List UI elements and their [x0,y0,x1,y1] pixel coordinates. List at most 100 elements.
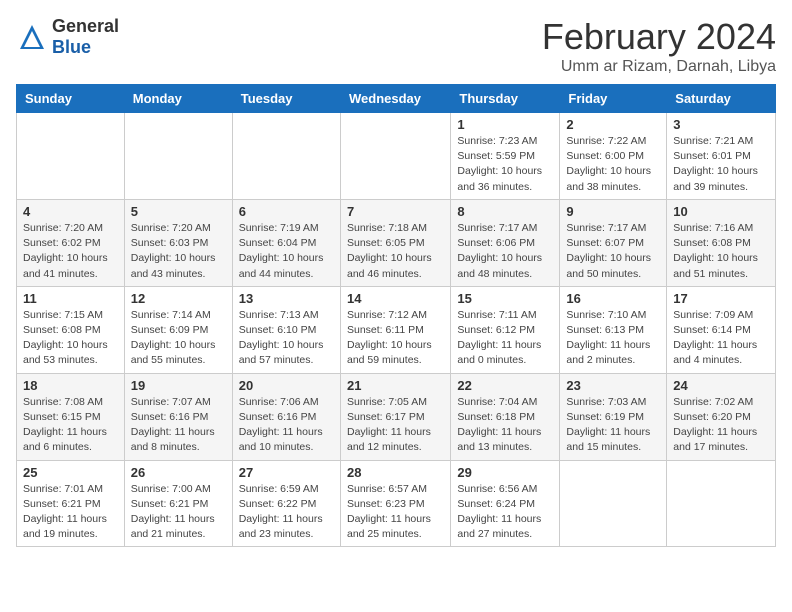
day-number: 3 [673,117,769,132]
calendar-table: SundayMondayTuesdayWednesdayThursdayFrid… [16,84,776,547]
calendar-cell: 26Sunrise: 7:00 AMSunset: 6:21 PMDayligh… [124,460,232,547]
calendar-cell: 6 Sunrise: 7:19 AMSunset: 6:04 PMDaylight… [232,199,340,286]
day-number: 6 [239,204,334,219]
calendar-cell: 1 Sunrise: 7:23 AMSunset: 5:59 PMDaylight… [451,113,560,200]
calendar-cell: 12 Sunrise: 7:14 AMSunset: 6:09 PMDayligh… [124,286,232,373]
calendar-cell: 15 Sunrise: 7:11 AMSunset: 6:12 PMDayligh… [451,286,560,373]
calendar-cell: 21Sunrise: 7:05 AMSunset: 6:17 PMDayligh… [340,373,450,460]
day-number: 20 [239,378,334,393]
day-number: 24 [673,378,769,393]
calendar-cell: 27 Sunrise: 6:59 AMSunset: 6:22 PMDayligh… [232,460,340,547]
day-number: 22 [457,378,553,393]
calendar-cell: 7 Sunrise: 7:18 AMSunset: 6:05 PMDaylight… [340,199,450,286]
day-info: Sunrise: 7:17 AMSunset: 6:07 PMDaylight:… [566,221,660,282]
calendar-cell: 13 Sunrise: 7:13 AMSunset: 6:10 PMDayligh… [232,286,340,373]
day-number: 16 [566,291,660,306]
day-number: 19 [131,378,226,393]
header-day-friday: Friday [560,85,667,113]
calendar-cell: 2 Sunrise: 7:22 AMSunset: 6:00 PMDaylight… [560,113,667,200]
day-number: 8 [457,204,553,219]
day-number: 15 [457,291,553,306]
day-number: 17 [673,291,769,306]
day-info: Sunrise: 6:59 AMSunset: 6:22 PMDaylight:… [239,482,334,543]
calendar-cell: 23 Sunrise: 7:03 AMSunset: 6:19 PMDayligh… [560,373,667,460]
calendar-cell: 28 Sunrise: 6:57 AMSunset: 6:23 PMDayligh… [340,460,450,547]
day-number: 28 [347,465,444,480]
day-number: 18 [23,378,118,393]
day-info: Sunrise: 7:20 AMSunset: 6:02 PMDaylight:… [23,221,118,282]
day-number: 2 [566,117,660,132]
day-info: Sunrise: 7:07 AMSunset: 6:16 PMDaylight:… [131,395,226,456]
day-number: 9 [566,204,660,219]
day-info: Sunrise: 7:03 AMSunset: 6:19 PMDaylight:… [566,395,660,456]
calendar-cell: 4Sunrise: 7:20 AMSunset: 6:02 PMDaylight… [17,199,125,286]
logo: General Blue [16,16,119,58]
day-info: Sunrise: 7:05 AMSunset: 6:17 PMDaylight:… [347,395,444,456]
day-number: 10 [673,204,769,219]
day-info: Sunrise: 7:11 AMSunset: 6:12 PMDaylight:… [457,308,553,369]
day-number: 1 [457,117,553,132]
day-number: 12 [131,291,226,306]
day-number: 11 [23,291,118,306]
header: General Blue February 2024 Umm ar Rizam,… [16,16,776,76]
day-info: Sunrise: 7:01 AMSunset: 6:21 PMDaylight:… [23,482,118,543]
calendar-cell: 29 Sunrise: 6:56 AMSunset: 6:24 PMDayligh… [451,460,560,547]
calendar-cell [124,113,232,200]
calendar-cell: 17 Sunrise: 7:09 AMSunset: 6:14 PMDayligh… [667,286,776,373]
day-info: Sunrise: 7:12 AMSunset: 6:11 PMDaylight:… [347,308,444,369]
day-info: Sunrise: 7:04 AMSunset: 6:18 PMDaylight:… [457,395,553,456]
logo-general-text: General [52,16,119,36]
day-info: Sunrise: 7:02 AMSunset: 6:20 PMDaylight:… [673,395,769,456]
calendar-cell [560,460,667,547]
calendar-cell: 25Sunrise: 7:01 AMSunset: 6:21 PMDayligh… [17,460,125,547]
day-number: 23 [566,378,660,393]
calendar-cell: 18Sunrise: 7:08 AMSunset: 6:15 PMDayligh… [17,373,125,460]
calendar-week-5: 25Sunrise: 7:01 AMSunset: 6:21 PMDayligh… [17,460,776,547]
location-title: Umm ar Rizam, Darnah, Libya [542,58,776,76]
header-row: SundayMondayTuesdayWednesdayThursdayFrid… [17,85,776,113]
calendar-cell: 5Sunrise: 7:20 AMSunset: 6:03 PMDaylight… [124,199,232,286]
logo-blue-text: Blue [52,37,91,57]
calendar-cell: 20Sunrise: 7:06 AMSunset: 6:16 PMDayligh… [232,373,340,460]
day-number: 14 [347,291,444,306]
day-number: 13 [239,291,334,306]
day-info: Sunrise: 7:18 AMSunset: 6:05 PMDaylight:… [347,221,444,282]
day-info: Sunrise: 7:13 AMSunset: 6:10 PMDaylight:… [239,308,334,369]
calendar-cell: 3Sunrise: 7:21 AMSunset: 6:01 PMDaylight… [667,113,776,200]
calendar-cell: 14 Sunrise: 7:12 AMSunset: 6:11 PMDayligh… [340,286,450,373]
title-block: February 2024 Umm ar Rizam, Darnah, Liby… [542,16,776,76]
calendar-cell: 9 Sunrise: 7:17 AMSunset: 6:07 PMDaylight… [560,199,667,286]
calendar-week-1: 1 Sunrise: 7:23 AMSunset: 5:59 PMDaylight… [17,113,776,200]
header-day-wednesday: Wednesday [340,85,450,113]
calendar-week-2: 4Sunrise: 7:20 AMSunset: 6:02 PMDaylight… [17,199,776,286]
calendar-cell: 22 Sunrise: 7:04 AMSunset: 6:18 PMDayligh… [451,373,560,460]
calendar-cell: 10 Sunrise: 7:16 AMSunset: 6:08 PMDayligh… [667,199,776,286]
day-info: Sunrise: 7:17 AMSunset: 6:06 PMDaylight:… [457,221,553,282]
day-info: Sunrise: 7:09 AMSunset: 6:14 PMDaylight:… [673,308,769,369]
day-info: Sunrise: 6:56 AMSunset: 6:24 PMDaylight:… [457,482,553,543]
day-info: Sunrise: 7:23 AMSunset: 5:59 PMDaylight:… [457,134,553,195]
day-info: Sunrise: 7:22 AMSunset: 6:00 PMDaylight:… [566,134,660,195]
month-title: February 2024 [542,16,776,58]
calendar-cell: 24 Sunrise: 7:02 AMSunset: 6:20 PMDayligh… [667,373,776,460]
calendar-cell [17,113,125,200]
day-info: Sunrise: 7:19 AMSunset: 6:04 PMDaylight:… [239,221,334,282]
day-info: Sunrise: 7:15 AMSunset: 6:08 PMDaylight:… [23,308,118,369]
day-info: Sunrise: 6:57 AMSunset: 6:23 PMDaylight:… [347,482,444,543]
day-info: Sunrise: 7:00 AMSunset: 6:21 PMDaylight:… [131,482,226,543]
day-number: 29 [457,465,553,480]
day-info: Sunrise: 7:16 AMSunset: 6:08 PMDaylight:… [673,221,769,282]
calendar-cell: 16Sunrise: 7:10 AMSunset: 6:13 PMDayligh… [560,286,667,373]
header-day-saturday: Saturday [667,85,776,113]
logo-icon [16,21,48,53]
day-info: Sunrise: 7:20 AMSunset: 6:03 PMDaylight:… [131,221,226,282]
calendar-cell [340,113,450,200]
day-number: 27 [239,465,334,480]
calendar-week-4: 18Sunrise: 7:08 AMSunset: 6:15 PMDayligh… [17,373,776,460]
calendar-header: SundayMondayTuesdayWednesdayThursdayFrid… [17,85,776,113]
calendar-cell: 11 Sunrise: 7:15 AMSunset: 6:08 PMDayligh… [17,286,125,373]
calendar-body: 1 Sunrise: 7:23 AMSunset: 5:59 PMDaylight… [17,113,776,547]
day-number: 7 [347,204,444,219]
header-day-monday: Monday [124,85,232,113]
day-info: Sunrise: 7:14 AMSunset: 6:09 PMDaylight:… [131,308,226,369]
